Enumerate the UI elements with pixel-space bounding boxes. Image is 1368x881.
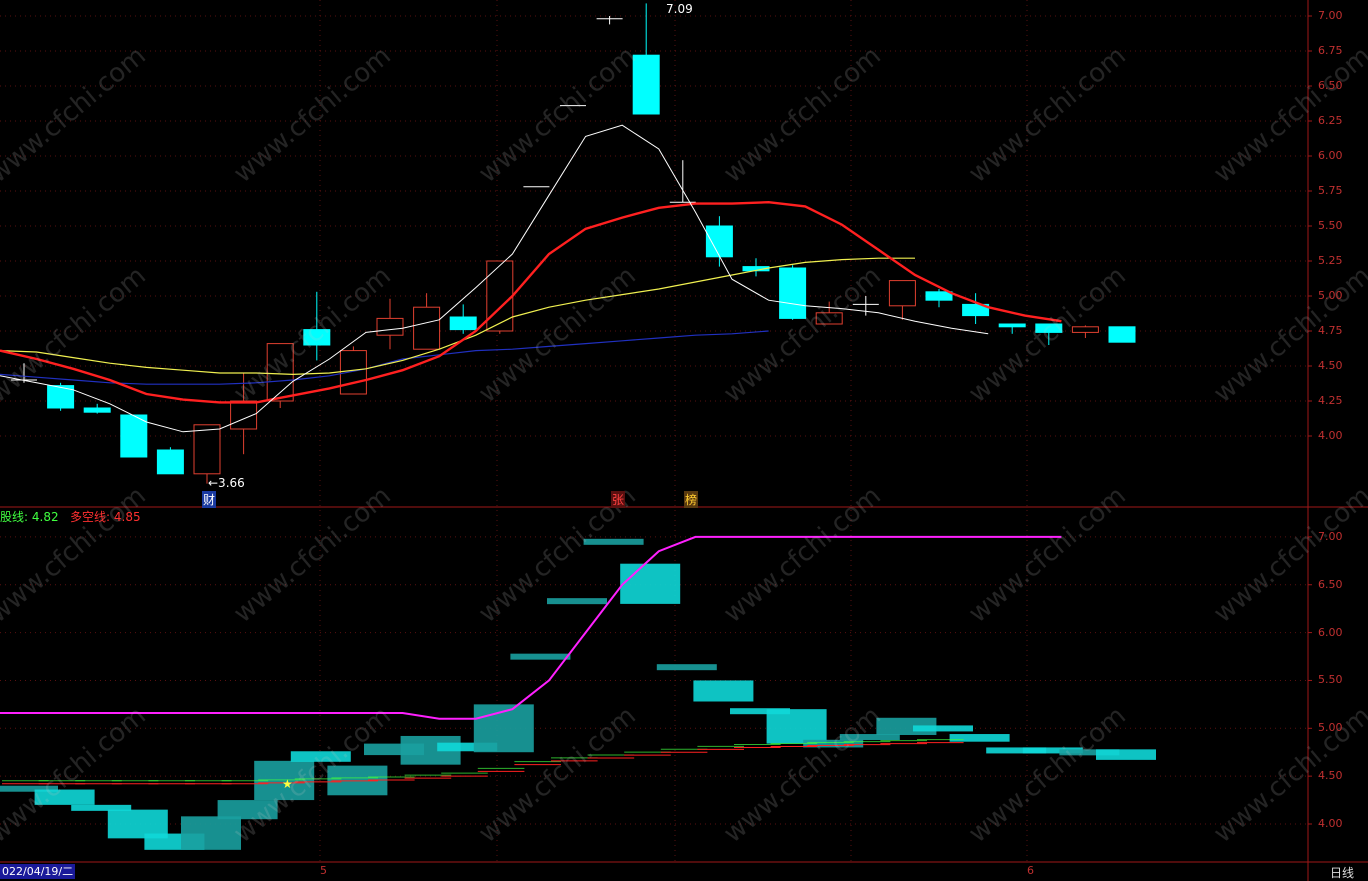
upper-tick-label: 5.75 — [1318, 184, 1343, 197]
candle-body — [486, 260, 514, 332]
upper-tick-label: 4.50 — [1318, 359, 1343, 372]
lower-tick-label: 5.50 — [1318, 673, 1343, 687]
volume-block — [510, 653, 571, 660]
star-marker: ★ — [282, 777, 293, 791]
upper-tick-label: 6.00 — [1318, 149, 1343, 162]
price-chart[interactable] — [0, 0, 1368, 881]
upper-tick-label: 4.00 — [1318, 429, 1343, 442]
lower-tick-label: 5.00 — [1318, 721, 1343, 735]
month-tick-6: 6 — [1027, 864, 1034, 877]
candle-body — [925, 291, 953, 301]
volume-block — [547, 598, 607, 605]
candle-body — [83, 407, 111, 413]
upper-tick-label: 5.50 — [1318, 219, 1343, 232]
low-price-label: ←3.66 — [208, 476, 245, 490]
volume-block — [693, 680, 754, 702]
volume-block — [913, 725, 973, 732]
finance-marker[interactable]: 财 — [202, 491, 217, 508]
short-line-label: 股线: — [0, 510, 29, 524]
upper-tick-label: 6.25 — [1318, 114, 1343, 127]
candle-body — [156, 449, 184, 475]
candle-body — [1108, 326, 1136, 343]
volume-block — [1096, 749, 1156, 760]
candle-body — [449, 316, 477, 331]
lower-tick-label: 4.00 — [1318, 817, 1343, 830]
month-tick-5: 5 — [320, 864, 327, 877]
lower-tick-label: 4.50 — [1318, 769, 1343, 783]
dragon-list-marker[interactable]: 榜 — [684, 491, 699, 508]
candle-body — [998, 323, 1026, 328]
candle-body — [193, 424, 221, 475]
volume-block — [620, 563, 681, 604]
upper-tick-label: 6.50 — [1318, 79, 1343, 92]
upper-tick-label: 7.00 — [1318, 9, 1343, 22]
upper-tick-label: 5.00 — [1318, 289, 1343, 302]
upper-tick-label: 4.25 — [1318, 394, 1343, 407]
candle-body — [120, 414, 148, 458]
lower-tick-label: 6.50 — [1318, 577, 1343, 591]
long-short-label: 多空线: — [70, 510, 111, 524]
lower-tick-label: 7.00 — [1318, 529, 1343, 543]
candle-body — [413, 306, 441, 350]
upper-tick-label: 6.75 — [1318, 44, 1343, 57]
indicator-legend: 股线: 4.82 多空线: 4.85 — [0, 508, 141, 525]
candle-body — [339, 350, 367, 395]
period-button[interactable]: 日线 — [1330, 864, 1354, 881]
candle-body — [376, 317, 404, 336]
candle-body — [888, 280, 916, 307]
upper-tick-label: 4.75 — [1318, 324, 1343, 337]
date-cursor-box: 022/04/19/二 — [0, 864, 76, 879]
volume-block — [766, 709, 827, 744]
high-price-label: 7.09 — [666, 2, 693, 16]
candle-body — [705, 225, 733, 258]
volume-block — [949, 734, 1010, 742]
candle-body — [779, 267, 807, 319]
upper-tick-label: 5.25 — [1318, 254, 1343, 267]
short-line-value: 4.82 — [31, 510, 59, 524]
long-short-value: 4.85 — [113, 510, 141, 524]
limit-up-marker[interactable]: 张 — [611, 491, 626, 508]
lower-tick-label: 6.00 — [1318, 625, 1343, 639]
volume-block — [656, 664, 717, 671]
